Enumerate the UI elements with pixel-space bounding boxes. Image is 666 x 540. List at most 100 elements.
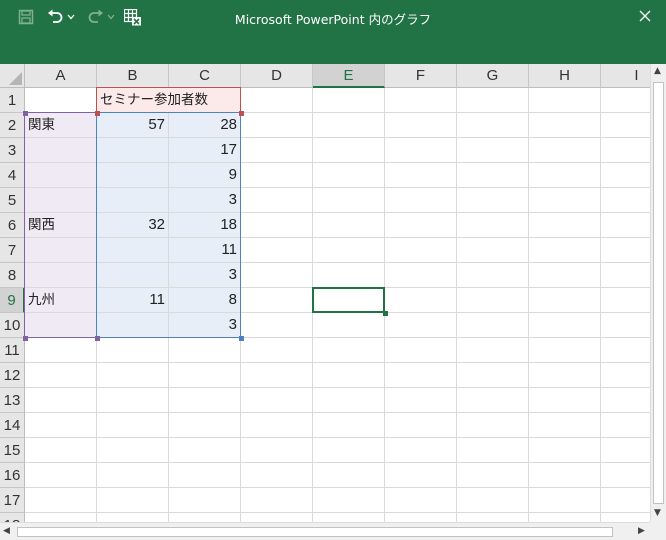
cell-g5[interactable] (457, 188, 529, 213)
cell-a1[interactable] (25, 88, 97, 113)
series-name-range-handle-left[interactable] (95, 111, 100, 116)
cell-e12[interactable] (313, 363, 385, 388)
scroll-down-arrow-icon[interactable]: ▼ (654, 508, 661, 518)
cell-d14[interactable] (241, 413, 313, 438)
cell-g7[interactable] (457, 238, 529, 263)
cell-g14[interactable] (457, 413, 529, 438)
cell-e6[interactable] (313, 213, 385, 238)
cell-g18[interactable] (457, 513, 529, 522)
cell-i1[interactable] (601, 88, 650, 113)
cell-e9[interactable] (313, 288, 385, 313)
cell-g17[interactable] (457, 488, 529, 513)
cell-h6[interactable] (529, 213, 601, 238)
cell-a13[interactable] (25, 388, 97, 413)
cell-f16[interactable] (385, 463, 457, 488)
cell-b2[interactable]: 57 (97, 113, 169, 138)
cell-a7[interactable] (25, 238, 97, 263)
cell-e10[interactable] (313, 313, 385, 338)
row-header-3[interactable]: 3 (0, 138, 25, 163)
fill-handle[interactable] (383, 311, 388, 316)
cell-a5[interactable] (25, 188, 97, 213)
cell-i4[interactable] (601, 163, 650, 188)
cell-b18[interactable] (97, 513, 169, 522)
cell-f12[interactable] (385, 363, 457, 388)
cell-g16[interactable] (457, 463, 529, 488)
row-header-11[interactable]: 11 (0, 338, 25, 363)
cell-d17[interactable] (241, 488, 313, 513)
cell-f17[interactable] (385, 488, 457, 513)
cell-g8[interactable] (457, 263, 529, 288)
column-header-i[interactable]: I (601, 64, 650, 88)
values-range-resize-handle[interactable] (239, 336, 244, 341)
cell-d10[interactable] (241, 313, 313, 338)
scroll-up-arrow-icon[interactable]: ▲ (654, 66, 661, 76)
cell-f7[interactable] (385, 238, 457, 263)
row-header-17[interactable]: 17 (0, 488, 25, 513)
cell-c11[interactable] (169, 338, 241, 363)
cell-c6[interactable]: 18 (169, 213, 241, 238)
cell-g1[interactable] (457, 88, 529, 113)
cell-c7[interactable]: 11 (169, 238, 241, 263)
cell-i12[interactable] (601, 363, 650, 388)
cell-d1[interactable] (241, 88, 313, 113)
cell-i9[interactable] (601, 288, 650, 313)
cell-c9[interactable]: 8 (169, 288, 241, 313)
cell-e5[interactable] (313, 188, 385, 213)
category-range-handle-top[interactable] (23, 111, 28, 116)
cell-d13[interactable] (241, 388, 313, 413)
column-header-h[interactable]: H (529, 64, 601, 88)
category-range-handle-corner[interactable] (95, 336, 100, 341)
vertical-scrollbar[interactable]: ▲ ▼ (650, 64, 666, 522)
horizontal-scrollbar[interactable]: ◀ ▶ (0, 522, 650, 540)
cell-d6[interactable] (241, 213, 313, 238)
cell-c2[interactable]: 28 (169, 113, 241, 138)
cell-e15[interactable] (313, 438, 385, 463)
cell-h11[interactable] (529, 338, 601, 363)
cell-a16[interactable] (25, 463, 97, 488)
cell-h12[interactable] (529, 363, 601, 388)
cell-f5[interactable] (385, 188, 457, 213)
cell-g9[interactable] (457, 288, 529, 313)
cell-h7[interactable] (529, 238, 601, 263)
cell-d5[interactable] (241, 188, 313, 213)
column-header-g[interactable]: G (457, 64, 529, 88)
cell-e7[interactable] (313, 238, 385, 263)
cell-c10[interactable]: 3 (169, 313, 241, 338)
cell-f15[interactable] (385, 438, 457, 463)
cell-h5[interactable] (529, 188, 601, 213)
column-header-d[interactable]: D (241, 64, 313, 88)
cell-g12[interactable] (457, 363, 529, 388)
cell-f8[interactable] (385, 263, 457, 288)
column-header-a[interactable]: A (25, 64, 97, 88)
cell-i7[interactable] (601, 238, 650, 263)
cell-d4[interactable] (241, 163, 313, 188)
row-header-9[interactable]: 9 (0, 288, 25, 313)
row-header-7[interactable]: 7 (0, 238, 25, 263)
cell-e16[interactable] (313, 463, 385, 488)
cell-c14[interactable] (169, 413, 241, 438)
cell-a9[interactable]: 九州 (25, 288, 97, 313)
cell-b6[interactable]: 32 (97, 213, 169, 238)
cell-e1[interactable] (313, 88, 385, 113)
cell-b15[interactable] (97, 438, 169, 463)
cell-d3[interactable] (241, 138, 313, 163)
cell-h16[interactable] (529, 463, 601, 488)
row-header-8[interactable]: 8 (0, 263, 25, 288)
cell-b10[interactable] (97, 313, 169, 338)
cell-d2[interactable] (241, 113, 313, 138)
cell-b9[interactable]: 11 (97, 288, 169, 313)
cell-b1[interactable]: セミナー参加者数 (97, 88, 241, 113)
cell-h1[interactable] (529, 88, 601, 113)
cell-b4[interactable] (97, 163, 169, 188)
cell-i13[interactable] (601, 388, 650, 413)
cell-a15[interactable] (25, 438, 97, 463)
cell-c13[interactable] (169, 388, 241, 413)
cell-d15[interactable] (241, 438, 313, 463)
cell-g11[interactable] (457, 338, 529, 363)
cell-d7[interactable] (241, 238, 313, 263)
cell-b7[interactable] (97, 238, 169, 263)
row-header-10[interactable]: 10 (0, 313, 25, 338)
cell-h10[interactable] (529, 313, 601, 338)
cell-i10[interactable] (601, 313, 650, 338)
cell-g15[interactable] (457, 438, 529, 463)
